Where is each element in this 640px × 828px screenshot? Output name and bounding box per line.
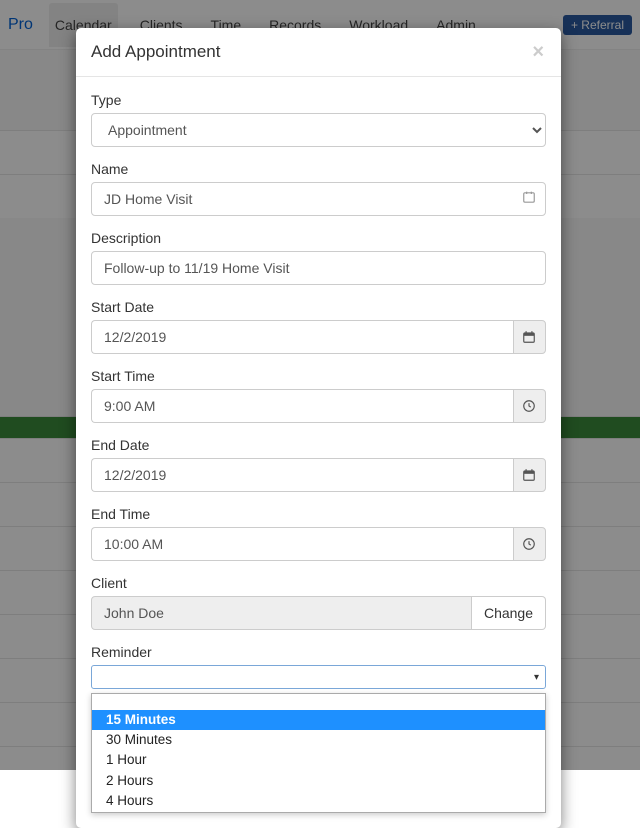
end-time-label: End Time	[91, 506, 546, 522]
start-time-label: Start Time	[91, 368, 546, 384]
description-input[interactable]	[91, 251, 546, 285]
change-client-button[interactable]: Change	[472, 596, 546, 630]
modal-header: Add Appointment ×	[76, 28, 561, 77]
name-input[interactable]	[91, 182, 546, 216]
reminder-label: Reminder	[91, 644, 546, 660]
calendar-icon[interactable]	[513, 320, 546, 354]
client-label: Client	[91, 575, 546, 591]
reminder-option[interactable]: 2 Hours	[92, 771, 545, 791]
reminder-option[interactable]: 1 Hour	[92, 750, 545, 770]
clock-icon[interactable]	[513, 527, 546, 561]
reminder-option[interactable]: 15 Minutes	[92, 710, 545, 730]
start-date-input[interactable]	[91, 320, 513, 354]
add-appointment-modal: Add Appointment × Type Appointment Name …	[76, 28, 561, 828]
reminder-option[interactable]: 4 Hours	[92, 791, 545, 811]
type-label: Type	[91, 92, 546, 108]
start-date-label: Start Date	[91, 299, 546, 315]
end-time-input[interactable]	[91, 527, 513, 561]
reminder-option[interactable]: 30 Minutes	[92, 730, 545, 750]
client-input	[91, 596, 472, 630]
description-label: Description	[91, 230, 546, 246]
contact-card-icon	[522, 191, 536, 208]
reminder-option-blank[interactable]	[92, 695, 545, 710]
end-date-label: End Date	[91, 437, 546, 453]
name-label: Name	[91, 161, 546, 177]
clock-icon[interactable]	[513, 389, 546, 423]
type-select[interactable]: Appointment	[91, 113, 546, 147]
modal-title: Add Appointment	[91, 42, 220, 62]
modal-body: Type Appointment Name Description Start …	[76, 77, 561, 828]
reminder-select[interactable]	[91, 665, 546, 689]
close-icon[interactable]: ×	[530, 42, 546, 62]
reminder-dropdown-list: 15 Minutes 30 Minutes 1 Hour 2 Hours 4 H…	[91, 693, 546, 813]
end-date-input[interactable]	[91, 458, 513, 492]
calendar-icon[interactable]	[513, 458, 546, 492]
start-time-input[interactable]	[91, 389, 513, 423]
